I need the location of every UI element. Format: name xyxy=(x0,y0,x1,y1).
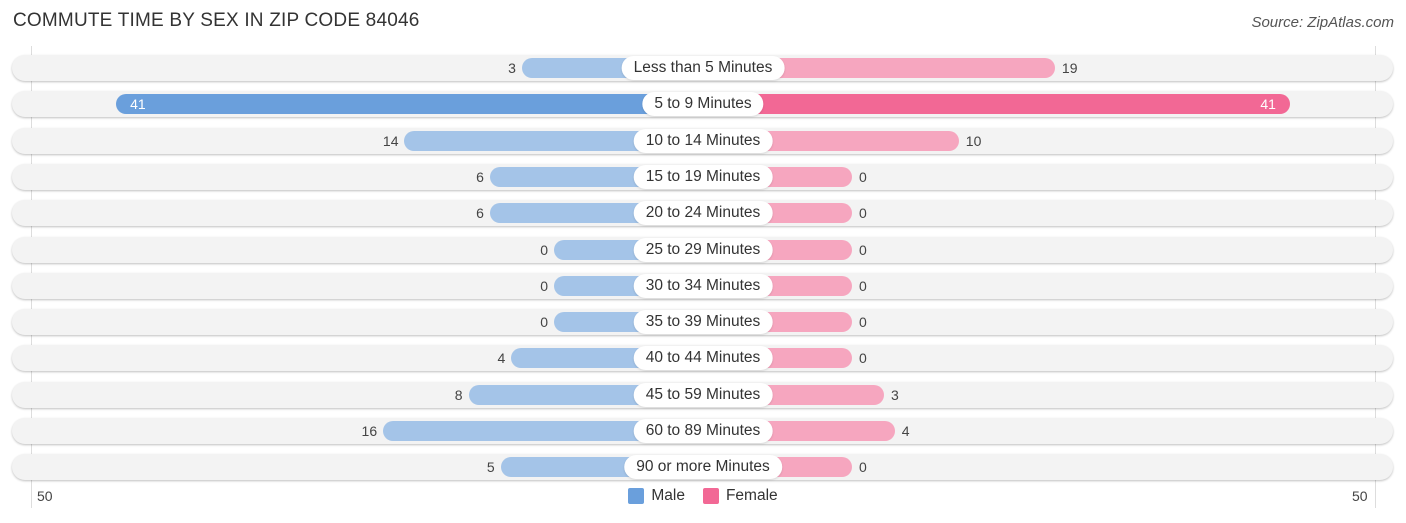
category-label: Less than 5 Minutes xyxy=(621,56,785,80)
legend: Male Female xyxy=(0,487,1406,505)
value-label-male: 3 xyxy=(508,60,516,76)
value-label-male: 8 xyxy=(454,386,463,403)
category-label: 90 or more Minutes xyxy=(624,455,782,480)
legend-swatch-female xyxy=(702,488,719,504)
value-label-male: 4 xyxy=(497,350,506,367)
value-label-female: 0 xyxy=(859,277,867,294)
value-label-female: 3 xyxy=(891,386,899,403)
value-label-male: 5 xyxy=(486,459,495,476)
category-label: 35 to 39 Minutes xyxy=(633,310,773,335)
bar-female[interactable] xyxy=(703,94,1290,115)
value-label-female: 41 xyxy=(1260,96,1276,113)
value-label-male: 16 xyxy=(361,423,378,439)
value-label-male: 0 xyxy=(540,241,548,258)
category-label: 15 to 19 Minutes xyxy=(633,164,773,189)
value-label-male: 0 xyxy=(540,277,548,294)
value-label-male: 14 xyxy=(382,132,399,149)
bar-male[interactable] xyxy=(116,94,703,115)
legend-swatch-male xyxy=(628,488,645,504)
legend-label-female: Female xyxy=(725,487,778,504)
value-label-female: 4 xyxy=(901,423,910,439)
category-label: 20 to 24 Minutes xyxy=(633,201,773,226)
source-label: Source: ZipAtlas.com xyxy=(1251,14,1394,31)
value-label-male: 6 xyxy=(476,168,484,185)
category-label: 45 to 59 Minutes xyxy=(633,382,773,407)
chart-title: COMMUTE TIME BY SEX IN ZIP CODE 84046 xyxy=(13,10,420,31)
value-label-male: 0 xyxy=(540,314,548,331)
category-label: 5 to 9 Minutes xyxy=(642,92,764,117)
category-label: 60 to 89 Minutes xyxy=(633,419,773,443)
value-label-female: 0 xyxy=(859,168,867,185)
legend-item-male[interactable]: Male xyxy=(628,487,685,505)
value-label-female: 0 xyxy=(859,459,867,476)
value-label-female: 0 xyxy=(859,350,867,367)
category-label: 30 to 34 Minutes xyxy=(633,273,773,298)
value-label-female: 10 xyxy=(965,132,982,149)
value-label-female: 0 xyxy=(859,241,867,258)
value-label-female: 0 xyxy=(859,314,867,331)
category-label: 40 to 44 Minutes xyxy=(633,346,773,371)
category-label: 25 to 29 Minutes xyxy=(633,237,773,262)
value-label-female: 0 xyxy=(859,205,867,222)
value-label-male: 41 xyxy=(130,96,146,113)
category-label: 10 to 14 Minutes xyxy=(633,128,773,153)
legend-item-female[interactable]: Female xyxy=(702,487,778,505)
value-label-female: 19 xyxy=(1061,60,1078,76)
value-label-male: 6 xyxy=(476,205,484,222)
legend-label-male: Male xyxy=(651,487,685,504)
